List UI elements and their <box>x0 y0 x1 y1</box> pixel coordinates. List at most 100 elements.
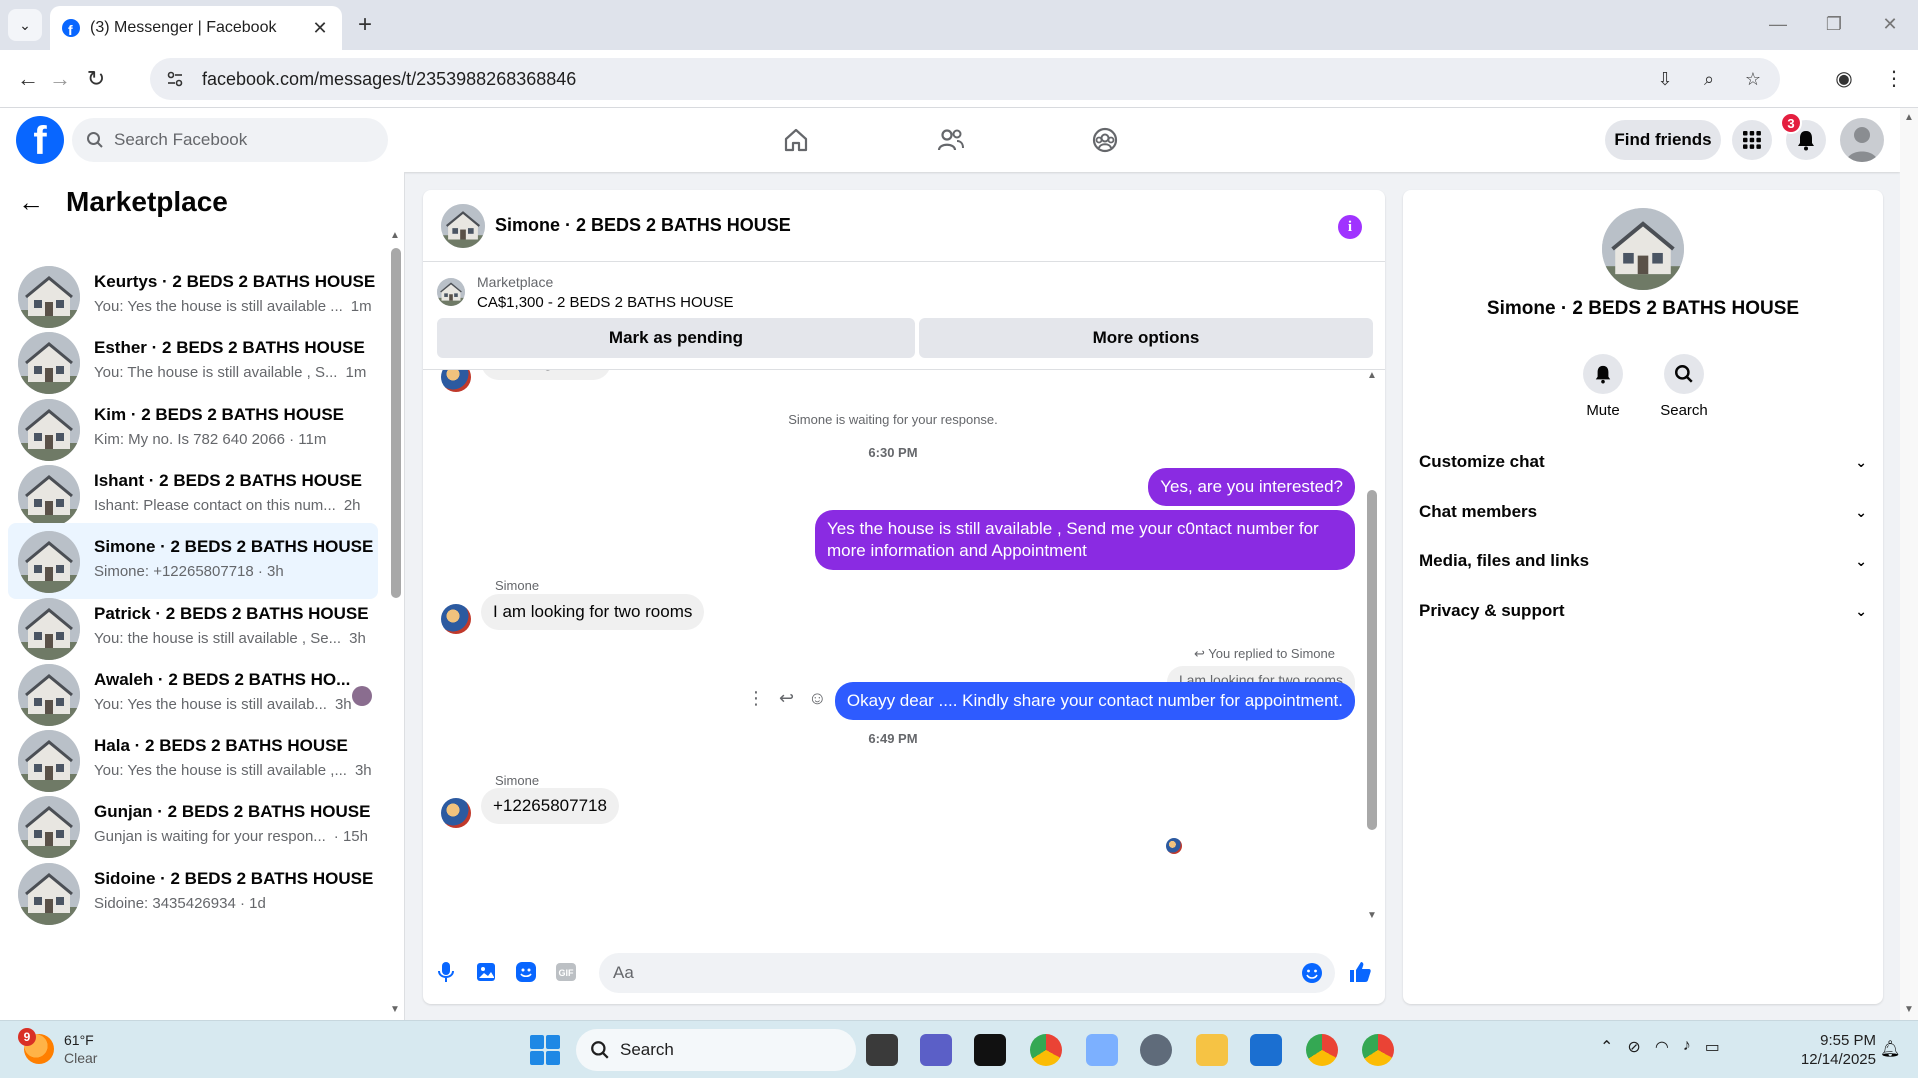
photo-icon[interactable] <box>473 959 499 985</box>
conversation-item[interactable]: Patrick · 2 BEDS 2 BATHS HOUSE You: the h… <box>8 590 378 666</box>
find-friends-button[interactable]: Find friends <box>1605 120 1721 160</box>
restore-button[interactable]: ❐ <box>1806 0 1862 48</box>
chat-scroll-down[interactable]: ▼ <box>1367 910 1377 921</box>
chat-title[interactable]: Simone · 2 BEDS 2 BATHS HOUSE <box>495 215 791 236</box>
gif-icon[interactable]: GIF <box>553 959 579 985</box>
sticker-icon[interactable] <box>513 959 539 985</box>
page-scroll-down[interactable]: ▼ <box>1904 1004 1914 1015</box>
customize-chat-row[interactable]: Customize chat ⌄ <box>1419 440 1867 484</box>
outgoing-message[interactable]: Yes the house is still available , Send … <box>815 510 1355 570</box>
weather-widget[interactable]: 9 61°F Clear <box>18 1028 97 1067</box>
more-options-button[interactable]: More options <box>919 318 1373 358</box>
privacy-support-row[interactable]: Privacy & support ⌄ <box>1419 589 1867 633</box>
sender-name: Simone <box>495 578 540 593</box>
partial-message-bubble[interactable]: Message sent <box>481 370 611 380</box>
conversation-item[interactable]: Hala · 2 BEDS 2 BATHS HOUSE You: Yes the … <box>8 722 378 798</box>
account-avatar[interactable] <box>1840 118 1884 162</box>
listing-title[interactable]: CA$1,300 - 2 BEDS 2 BATHS HOUSE <box>477 294 734 311</box>
chat-scrollbar-thumb[interactable] <box>1367 490 1377 830</box>
conversation-item[interactable]: Awaleh · 2 BEDS 2 BATHS HO... You: Yes th… <box>8 656 378 732</box>
task-view-icon[interactable] <box>866 1034 898 1066</box>
conversation-item[interactable]: Gunjan · 2 BEDS 2 BATHS HOUSE Gunjan is w… <box>8 788 378 864</box>
chat-scroll-up[interactable]: ▲ <box>1367 370 1377 381</box>
reply-action-icon[interactable]: ↩ <box>779 688 794 709</box>
scroll-down-arrow[interactable]: ▼ <box>390 1004 400 1015</box>
microphone-icon[interactable] <box>433 959 459 985</box>
home-nav-icon[interactable] <box>776 120 816 160</box>
tab-close-icon[interactable]: ✕ <box>308 18 332 39</box>
battery-icon[interactable]: ▭ <box>1705 1037 1720 1057</box>
chat-avatar[interactable] <box>441 204 485 248</box>
page-scrollbar[interactable]: ▲ ▼ <box>1900 108 1918 1020</box>
capcut-icon[interactable] <box>974 1034 1006 1066</box>
chrome-icon[interactable] <box>1030 1034 1062 1066</box>
more-actions-icon[interactable]: ⋮ <box>747 688 765 709</box>
browser-tab[interactable]: f (3) Messenger | Facebook ✕ <box>50 6 342 50</box>
message-input[interactable]: Aa <box>599 953 1335 993</box>
media-files-row[interactable]: Media, files and links ⌄ <box>1419 539 1867 583</box>
emoji-picker-icon[interactable] <box>1301 962 1323 984</box>
search-action[interactable]: Search <box>1644 354 1724 419</box>
chat-members-row[interactable]: Chat members ⌄ <box>1419 490 1867 534</box>
react-emoji-icon[interactable]: ☺ <box>808 688 826 709</box>
facebook-logo[interactable]: f <box>16 116 64 164</box>
notepad-icon[interactable] <box>1250 1034 1282 1066</box>
zoom-icon[interactable]: ⌕ <box>1696 66 1722 92</box>
reload-button[interactable]: ↻ <box>80 63 112 95</box>
groups-nav-icon[interactable] <box>1085 120 1125 160</box>
friends-nav-icon[interactable] <box>931 120 971 160</box>
conversation-item[interactable]: Sidoine · 2 BEDS 2 BATHS HOUSE Sidoine: 3… <box>8 855 378 931</box>
menu-grid-button[interactable] <box>1732 120 1772 160</box>
incoming-message[interactable]: +12265807718 <box>481 788 619 824</box>
notification-bell-icon[interactable]: 🔔︎ <box>1880 1039 1900 1059</box>
taskbar-search[interactable]: Search <box>576 1029 856 1071</box>
minimize-button[interactable]: — <box>1750 0 1806 48</box>
start-button[interactable] <box>530 1035 560 1065</box>
like-thumb-icon[interactable] <box>1347 959 1373 985</box>
marketplace-label: Marketplace <box>477 274 554 290</box>
profile-icon[interactable]: ◉ <box>1830 64 1858 92</box>
mark-as-pending-button[interactable]: Mark as pending <box>437 318 915 358</box>
info-icon[interactable]: i <box>1338 215 1362 239</box>
volume-icon[interactable]: ♪ <box>1683 1037 1691 1057</box>
new-tab-button[interactable]: + <box>350 10 380 40</box>
page-scroll-up[interactable]: ▲ <box>1904 112 1914 123</box>
marketplace-chat-list: ← Marketplace Keurtys · 2 BEDS 2 BATHS H… <box>0 172 405 1020</box>
taskbar-clock[interactable]: 9:55 PM 12/14/2025 <box>1786 1031 1876 1069</box>
site-info-icon[interactable] <box>166 70 184 88</box>
network-off-icon[interactable]: ⊘ <box>1627 1037 1640 1057</box>
incoming-message[interactable]: I am looking for two rooms <box>481 594 705 630</box>
settings-gear-icon[interactable] <box>1140 1034 1172 1066</box>
back-arrow-icon[interactable]: ← <box>18 187 44 218</box>
teams-chat-icon[interactable] <box>920 1034 952 1066</box>
install-app-icon[interactable]: ⇩ <box>1652 66 1678 92</box>
conversation-item[interactable]: Keurtys · 2 BEDS 2 BATHS HOUSE You: Yes t… <box>8 258 378 334</box>
address-bar[interactable]: facebook.com/messages/t/2353988268368846… <box>150 58 1780 100</box>
bookmark-star-icon[interactable]: ☆ <box>1740 66 1766 92</box>
scroll-up-arrow[interactable]: ▲ <box>390 230 400 241</box>
menu-dots-icon[interactable]: ⋮ <box>1880 64 1908 92</box>
chrome-profile-icon[interactable] <box>1306 1034 1338 1066</box>
facebook-search-input[interactable]: Search Facebook <box>72 118 388 162</box>
left-scrollbar-thumb[interactable] <box>391 248 401 598</box>
snipping-tool-icon[interactable] <box>1086 1034 1118 1066</box>
listing-thumbnail <box>18 663 80 726</box>
weather-badge: 9 <box>18 1028 36 1046</box>
conversation-item[interactable]: Simone · 2 BEDS 2 BATHS HOUSE Simone: +12… <box>8 523 378 600</box>
close-window-button[interactable]: ✕ <box>1862 0 1918 48</box>
forward-button[interactable]: → <box>44 63 76 95</box>
mute-action[interactable]: Mute <box>1563 354 1643 419</box>
file-explorer-icon[interactable] <box>1196 1034 1228 1066</box>
grid-menu-icon <box>1743 131 1761 149</box>
tab-search-button[interactable]: ⌄ <box>8 9 42 41</box>
chrome-profile-icon[interactable] <box>1362 1034 1394 1066</box>
outgoing-message[interactable]: Yes, are you interested? <box>1148 468 1355 506</box>
conversation-item[interactable]: Ishant · 2 BEDS 2 BATHS HOUSE Ishant: Ple… <box>8 457 378 533</box>
conversation-item[interactable]: Kim · 2 BEDS 2 BATHS HOUSE Kim: My no. Is… <box>8 391 378 467</box>
back-button[interactable]: ← <box>12 63 44 95</box>
chevron-up-icon[interactable]: ⌃ <box>1600 1037 1613 1057</box>
conversation-item[interactable]: Esther · 2 BEDS 2 BATHS HOUSE You: The ho… <box>8 324 378 400</box>
wifi-icon[interactable]: ◠ <box>1655 1037 1669 1057</box>
waiting-note: Simone is waiting for your response. <box>788 412 998 427</box>
outgoing-message[interactable]: Okayy dear .... Kindly share your contac… <box>834 682 1355 720</box>
